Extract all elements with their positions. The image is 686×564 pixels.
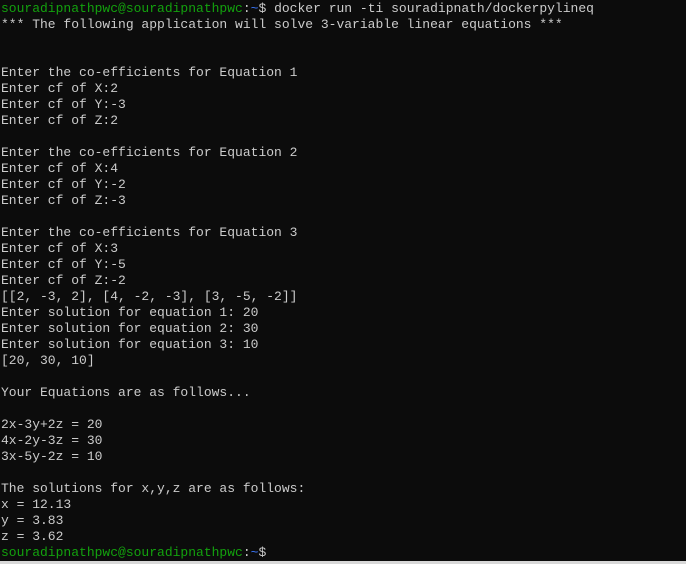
terminal-output: *** The following application will solve… xyxy=(1,17,686,545)
output-line: y = 3.83 xyxy=(1,513,64,528)
output-line: Enter cf of X:4 xyxy=(1,161,119,176)
output-line: *** The following application will solve… xyxy=(1,17,563,32)
prompt-user-host: souradipnathpwc@souradipnathpwc xyxy=(1,545,243,560)
prompt-user-host: souradipnathpwc@souradipnathpwc xyxy=(1,1,243,16)
output-line: Enter cf of Y:-2 xyxy=(1,177,126,192)
output-line: x = 12.13 xyxy=(1,497,72,512)
output-line: Enter cf of Z:-2 xyxy=(1,273,126,288)
output-line: 4x-2y-3z = 30 xyxy=(1,433,103,448)
command-text: docker run -ti souradipnath/dockerpyline… xyxy=(266,1,594,16)
active-prompt-line[interactable]: souradipnathpwc@souradipnathpwc:~$ xyxy=(1,545,686,561)
output-line: [20, 30, 10] xyxy=(1,353,95,368)
output-line: Enter solution for equation 2: 30 xyxy=(1,321,259,336)
output-line: Enter the co-efficients for Equation 3 xyxy=(1,225,298,240)
output-line: Enter cf of X:2 xyxy=(1,81,119,96)
output-line: Enter cf of Y:-3 xyxy=(1,97,126,112)
output-line: z = 3.62 xyxy=(1,529,64,544)
output-line: Enter cf of Y:-5 xyxy=(1,257,126,272)
terminal-window[interactable]: souradipnathpwc@souradipnathpwc:~$ docke… xyxy=(0,0,686,561)
output-line: The solutions for x,y,z are as follows: xyxy=(1,481,306,496)
output-line: Enter solution for equation 3: 10 xyxy=(1,337,259,352)
output-line: Your Equations are as follows... xyxy=(1,385,251,400)
output-line: Enter cf of Z:-3 xyxy=(1,193,126,208)
prompt-symbol: $ xyxy=(258,545,267,560)
output-line: Enter cf of Z:2 xyxy=(1,113,119,128)
output-line: Enter the co-efficients for Equation 2 xyxy=(1,145,298,160)
output-line: Enter solution for equation 1: 20 xyxy=(1,305,259,320)
output-line: Enter the co-efficients for Equation 1 xyxy=(1,65,298,80)
output-line: 3x-5y-2z = 10 xyxy=(1,449,103,464)
output-line: Enter cf of X:3 xyxy=(1,241,119,256)
prompt-separator: : xyxy=(242,1,251,16)
output-line: [[2, -3, 2], [4, -2, -3], [3, -5, -2]] xyxy=(1,289,298,304)
prompt-separator: : xyxy=(242,545,251,560)
output-line: 2x-3y+2z = 20 xyxy=(1,417,103,432)
command-line: souradipnathpwc@souradipnathpwc:~$ docke… xyxy=(1,1,686,17)
